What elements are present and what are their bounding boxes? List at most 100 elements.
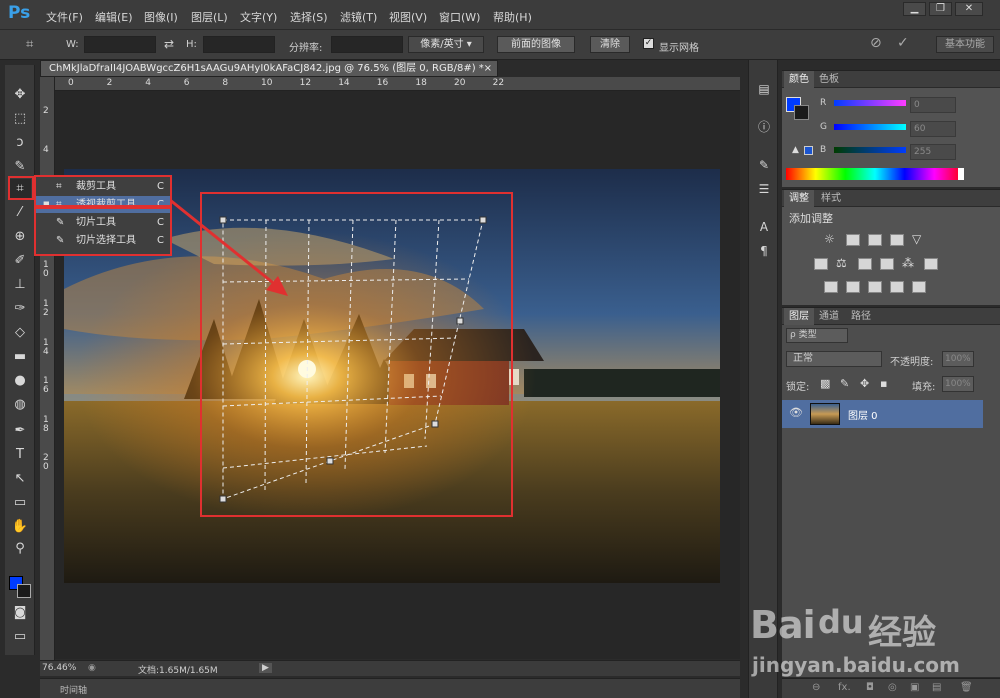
lock-all-icon[interactable]: ▪ bbox=[880, 377, 887, 390]
timeline-label[interactable]: 时间轴 bbox=[60, 683, 87, 696]
character-panel-icon[interactable]: A bbox=[754, 218, 774, 236]
background-color-swatch[interactable] bbox=[17, 584, 31, 598]
tab-layers[interactable]: 图层 bbox=[784, 308, 814, 325]
lasso-tool-icon[interactable]: ↄ bbox=[9, 133, 31, 153]
paragraph-panel-icon[interactable]: ¶ bbox=[754, 242, 774, 260]
new-group-icon[interactable]: ▣ bbox=[910, 682, 919, 693]
status-icon[interactable]: ◉ bbox=[88, 663, 96, 673]
clear-button[interactable]: 清除 bbox=[590, 36, 630, 53]
layer-kind-filter[interactable]: ρ 类型 bbox=[786, 328, 848, 343]
healing-tool-icon[interactable]: ⊕ bbox=[9, 227, 31, 247]
menu-file[interactable]: 文件(F) bbox=[46, 9, 83, 25]
marquee-tool-icon[interactable]: ⬚ bbox=[9, 109, 31, 129]
screen-mode-icon[interactable]: ▭ bbox=[9, 627, 31, 647]
add-mask-icon[interactable]: ◘ bbox=[866, 682, 874, 693]
menu-select[interactable]: 选择(S) bbox=[290, 9, 328, 25]
menu-image[interactable]: 图像(I) bbox=[144, 9, 178, 25]
tab-styles[interactable]: 样式 bbox=[816, 190, 846, 207]
history-panel-icon[interactable]: ▤ bbox=[754, 80, 774, 98]
menu-view[interactable]: 视图(V) bbox=[389, 9, 427, 25]
layer-visibility-icon[interactable]: 👁 bbox=[789, 406, 803, 419]
vibrance-icon[interactable]: ▽ bbox=[912, 232, 926, 246]
new-layer-icon[interactable]: ▤ bbox=[932, 682, 941, 693]
layer-row[interactable]: 👁 图层 0 bbox=[782, 400, 983, 428]
tab-adjustments[interactable]: 调整 bbox=[784, 190, 814, 207]
exposure-icon[interactable] bbox=[890, 234, 904, 246]
hue-saturation-icon[interactable] bbox=[814, 258, 828, 270]
quick-mask-icon[interactable]: ◙ bbox=[9, 603, 31, 623]
channel-b-value[interactable]: 255 bbox=[910, 144, 956, 160]
color-spectrum-bar[interactable] bbox=[786, 168, 964, 180]
menu-help[interactable]: 帮助(H) bbox=[493, 9, 532, 25]
zoom-level[interactable]: 76.46% bbox=[42, 663, 76, 673]
height-input[interactable] bbox=[203, 36, 275, 53]
close-tab-icon[interactable]: × bbox=[484, 61, 492, 76]
link-layers-icon[interactable]: ⊖ bbox=[812, 682, 820, 693]
tab-swatches[interactable]: 色板 bbox=[814, 71, 844, 88]
channel-mixer-icon[interactable]: ⁂ bbox=[902, 256, 916, 270]
tab-channels[interactable]: 通道 bbox=[814, 308, 844, 325]
fx-icon[interactable]: fx. bbox=[838, 682, 851, 693]
lock-image-icon[interactable]: ✎ bbox=[840, 377, 849, 390]
channel-r-value[interactable]: 0 bbox=[910, 97, 956, 113]
cancel-icon[interactable]: ⊘ bbox=[870, 35, 882, 51]
lock-transparent-icon[interactable]: ▩ bbox=[820, 377, 830, 390]
zoom-tool-icon[interactable]: ⚲ bbox=[9, 539, 31, 559]
width-input[interactable] bbox=[84, 36, 156, 53]
resolution-input[interactable] bbox=[331, 36, 403, 53]
new-adjustment-icon[interactable]: ◎ bbox=[888, 682, 897, 693]
dodge-tool-icon[interactable]: ◍ bbox=[9, 395, 31, 415]
fill-input[interactable]: 100% bbox=[942, 376, 974, 392]
commit-icon[interactable]: ✓ bbox=[897, 35, 909, 51]
unit-select[interactable]: 像素/英寸 ▾ bbox=[408, 36, 484, 53]
channel-g-slider[interactable] bbox=[834, 124, 906, 130]
tab-paths[interactable]: 路径 bbox=[846, 308, 876, 325]
tab-color[interactable]: 颜色 bbox=[784, 71, 814, 88]
eyedropper-tool-icon[interactable]: ⁄ bbox=[9, 203, 31, 223]
photo-filter-icon[interactable] bbox=[880, 258, 894, 270]
stamp-tool-icon[interactable]: ⊥ bbox=[9, 275, 31, 295]
front-image-button[interactable]: 前面的图像 bbox=[497, 36, 575, 53]
quick-select-tool-icon[interactable]: ✎ bbox=[9, 157, 31, 177]
color-background-swatch[interactable] bbox=[794, 105, 809, 120]
path-select-tool-icon[interactable]: ↖ bbox=[9, 469, 31, 489]
color-lookup-icon[interactable] bbox=[924, 258, 938, 270]
brush-tool-icon[interactable]: ✐ bbox=[9, 251, 31, 271]
status-menu-arrow[interactable]: ▶ bbox=[259, 663, 272, 673]
shape-tool-icon[interactable]: ▭ bbox=[9, 493, 31, 513]
gamut-warning-icon[interactable]: ▲ bbox=[792, 145, 799, 155]
restore-button[interactable]: ❐ bbox=[929, 2, 952, 16]
menu-layer[interactable]: 图层(L) bbox=[191, 9, 228, 25]
menu-window[interactable]: 窗口(W) bbox=[439, 9, 480, 25]
web-safe-swatch[interactable] bbox=[804, 146, 813, 155]
delete-layer-icon[interactable]: 🗑 bbox=[960, 682, 973, 693]
move-tool-icon[interactable]: ✥ bbox=[9, 85, 31, 105]
type-tool-icon[interactable]: T bbox=[9, 445, 31, 465]
gradient-map-icon[interactable] bbox=[912, 281, 926, 293]
close-window-button[interactable]: ✕ bbox=[955, 2, 983, 16]
document-tab[interactable]: ChMkJlaDfraII4JOABWgccZ6H1sAAGu9AHyI0kAF… bbox=[40, 60, 498, 77]
menu-edit[interactable]: 编辑(E) bbox=[95, 9, 133, 25]
color-spectrum-white[interactable] bbox=[958, 168, 964, 180]
selective-color-icon[interactable] bbox=[890, 281, 904, 293]
brightness-icon[interactable]: ☼ bbox=[824, 232, 838, 246]
color-balance-icon[interactable]: ⚖ bbox=[836, 256, 850, 270]
brush-panel-icon[interactable]: ✎ bbox=[754, 156, 774, 174]
show-grid-checkbox[interactable]: ✓ bbox=[643, 38, 654, 49]
threshold-icon[interactable] bbox=[868, 281, 882, 293]
blur-tool-icon[interactable]: ● bbox=[9, 371, 31, 391]
minimize-button[interactable]: ▁ bbox=[903, 2, 926, 16]
lock-position-icon[interactable]: ✥ bbox=[860, 377, 869, 390]
opacity-input[interactable]: 100% bbox=[942, 351, 974, 367]
info-panel-icon[interactable]: ⓘ bbox=[754, 118, 774, 136]
channel-g-value[interactable]: 60 bbox=[910, 121, 956, 137]
workspace-button[interactable]: 基本功能 bbox=[936, 36, 994, 53]
hand-tool-icon[interactable]: ✋ bbox=[9, 517, 31, 537]
menu-type[interactable]: 文字(Y) bbox=[240, 9, 277, 25]
blend-mode-select[interactable]: 正常 bbox=[786, 351, 882, 367]
black-white-icon[interactable] bbox=[858, 258, 872, 270]
history-brush-icon[interactable]: ✑ bbox=[9, 299, 31, 319]
layer-name[interactable]: 图层 0 bbox=[848, 407, 878, 422]
menu-filter[interactable]: 滤镜(T) bbox=[340, 9, 377, 25]
channel-b-slider[interactable] bbox=[834, 147, 906, 153]
